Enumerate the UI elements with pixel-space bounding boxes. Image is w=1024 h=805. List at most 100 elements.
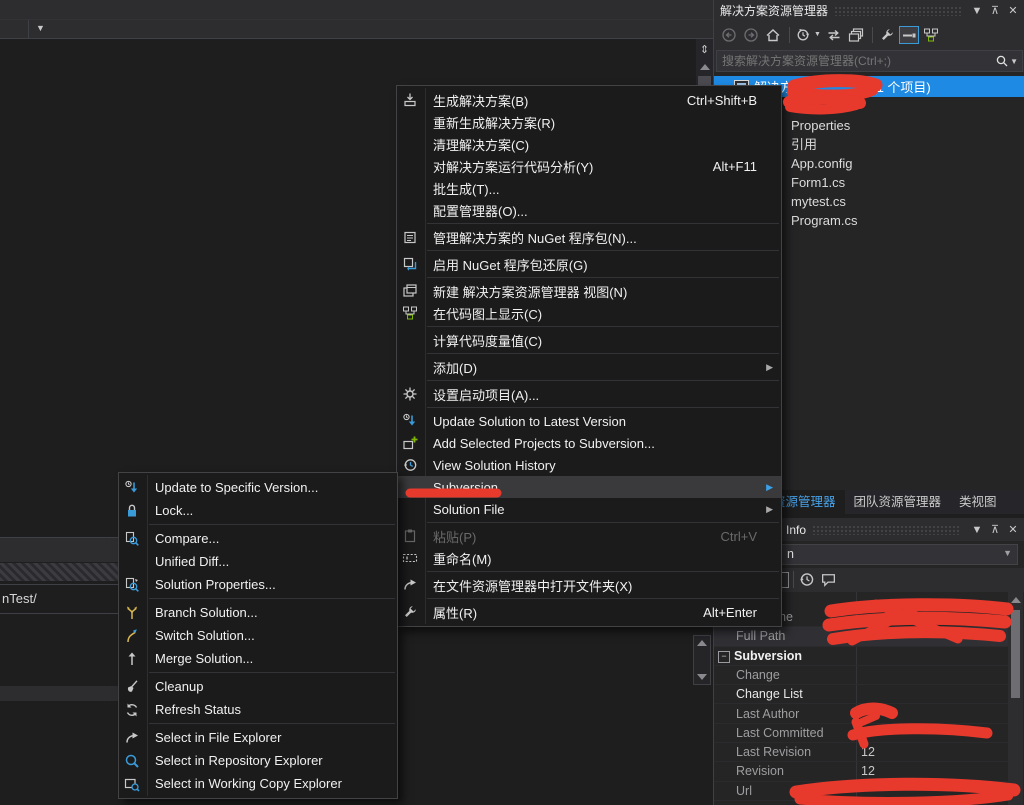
search-icon[interactable]: ▼ xyxy=(995,54,1018,68)
menu-item-label: 在文件资源管理器中打开文件夹(X) xyxy=(433,576,757,595)
menu-item-c[interactable]: 清理解决方案(C) xyxy=(397,133,781,155)
solution-explorer-titlebar[interactable]: 解决方案资源管理器 ▼ ⊼ ✕ xyxy=(714,0,1024,21)
grid-row-change[interactable]: Change xyxy=(714,666,1008,685)
menu-separator xyxy=(427,250,779,251)
nav-divider xyxy=(28,20,29,38)
back-icon[interactable] xyxy=(719,26,739,44)
code-map-icon[interactable] xyxy=(921,26,941,44)
menu-item-n[interactable]: 新建 解决方案资源管理器 视图(N) xyxy=(397,280,781,302)
menu-item-compare[interactable]: Compare... xyxy=(119,527,397,550)
scroll-up-icon[interactable] xyxy=(700,64,710,70)
menu-item-nuget-g[interactable]: 启用 NuGet 程序包还原(G) xyxy=(397,253,781,275)
forward-icon[interactable] xyxy=(741,26,761,44)
menu-item-select-in-repository-explorer[interactable]: Select in Repository Explorer xyxy=(119,749,397,772)
menu-item-nuget-n[interactable]: 管理解决方案的 NuGet 程序包(N)... xyxy=(397,226,781,248)
menu-item-unified-diff[interactable]: Unified Diff... xyxy=(119,550,397,573)
history-icon[interactable] xyxy=(798,571,815,591)
grid-row-subversion[interactable]: −Subversion xyxy=(714,647,1008,666)
menu-item-y[interactable]: 对解决方案运行代码分析(Y)Alt+F11 xyxy=(397,155,781,177)
editor-navigation-bar[interactable]: ▼ xyxy=(0,20,713,39)
menu-item-view-solution-history[interactable]: View Solution History xyxy=(397,454,781,476)
menu-item-label: 添加(D) xyxy=(433,358,757,377)
submenu-arrow-icon: ▶ xyxy=(766,362,773,373)
menu-item-lock[interactable]: Lock... xyxy=(119,499,397,522)
menu-item-update-to-specific-version[interactable]: Update to Specific Version... xyxy=(119,476,397,499)
grid-scrollbar[interactable] xyxy=(1008,592,1023,805)
combo-value: n xyxy=(787,547,794,561)
sync-icon[interactable] xyxy=(824,26,844,44)
chevron-down-icon[interactable]: ▼ xyxy=(969,522,985,538)
subversion-submenu: Update to Specific Version...Lock... Comp… xyxy=(118,472,398,799)
menu-item-solution-properties[interactable]: Solution Properties... xyxy=(119,573,397,596)
grid-row-last-author[interactable]: Last Author xyxy=(714,705,1008,724)
background-window-path-cell: nTest/ xyxy=(0,584,120,614)
close-icon[interactable]: ✕ xyxy=(1005,3,1021,19)
grid-row-full-path[interactable]: Full Path xyxy=(714,627,1008,646)
path-text: nTest/ xyxy=(2,591,37,606)
menu-item-branch-solution[interactable]: Branch Solution... xyxy=(119,601,397,624)
menu-item-solution-file[interactable]: Solution File▶ xyxy=(397,498,781,520)
menu-item-p[interactable]: 粘贴(P)Ctrl+V xyxy=(397,525,781,547)
svn-update-icon xyxy=(402,413,418,429)
menu-item-select-in-file-explorer[interactable]: Select in File Explorer xyxy=(119,726,397,749)
grid-label: Full Path xyxy=(736,627,785,646)
chevron-down-icon[interactable]: ▼ xyxy=(814,31,821,38)
chevron-down-icon[interactable]: ▼ xyxy=(969,3,985,19)
collapse-all-icon[interactable] xyxy=(846,26,866,44)
repo-search-icon xyxy=(124,753,140,769)
menu-item-a[interactable]: 设置启动项目(A)... xyxy=(397,383,781,405)
menu-item-x[interactable]: 在文件资源管理器中打开文件夹(X) xyxy=(397,574,781,596)
grid-row-revision[interactable]: Revision12 xyxy=(714,762,1008,781)
menu-item-update-solution-to-latest-version[interactable]: Update Solution to Latest Version xyxy=(397,410,781,432)
menu-item-d[interactable]: 添加(D) ▶ xyxy=(397,356,781,378)
grid-label: Last Committed xyxy=(736,724,824,743)
grid-row-url[interactable]: Url xyxy=(714,782,1008,801)
menu-item-r[interactable]: 重新生成解决方案(R) xyxy=(397,111,781,133)
history-icon xyxy=(402,457,418,473)
collapse-icon[interactable]: − xyxy=(718,651,730,663)
menu-item-refresh-status[interactable]: Refresh Status xyxy=(119,698,397,721)
chevron-down-icon[interactable]: ▼ xyxy=(36,23,45,33)
menu-item-merge-solution[interactable]: Merge Solution... xyxy=(119,647,397,670)
menu-item-o[interactable]: 配置管理器(O)... xyxy=(397,199,781,221)
grid-value: 12 xyxy=(861,743,875,762)
menu-item-subversion[interactable]: Subversion▶ xyxy=(397,476,781,498)
home-icon[interactable] xyxy=(763,26,783,44)
menu-item-select-in-working-copy-explorer[interactable]: Select in Working Copy Explorer xyxy=(119,772,397,795)
comment-icon[interactable] xyxy=(820,571,837,591)
grid-row-change-list[interactable]: Change List xyxy=(714,685,1008,704)
wrench-icon[interactable] xyxy=(877,26,897,44)
grid-label: Url xyxy=(736,782,752,801)
menu-item-c[interactable]: 在代码图上显示(C) xyxy=(397,302,781,324)
menu-item-b[interactable]: 生成解决方案(B)Ctrl+Shift+B xyxy=(397,89,781,111)
splitter-grip-icon[interactable]: ⇕ xyxy=(697,43,712,59)
menu-item-r[interactable]: 属性(R)Alt+Enter xyxy=(397,601,781,623)
pin-icon[interactable]: ⊼ xyxy=(987,522,1003,538)
menu-item-m[interactable]: 重命名(M) xyxy=(397,547,781,569)
menu-item-t[interactable]: 批生成(T)... xyxy=(397,177,781,199)
menu-item-label: 属性(R) xyxy=(433,603,663,622)
menu-item-shortcut: Alt+F11 xyxy=(713,159,757,174)
search-input[interactable] xyxy=(717,54,995,68)
menu-item-switch-solution[interactable]: Switch Solution... xyxy=(119,624,397,647)
tab-item[interactable]: 团队资源管理器 xyxy=(845,490,951,514)
menu-item-label: Compare... xyxy=(155,531,373,546)
menu-item-cleanup[interactable]: Cleanup xyxy=(119,675,397,698)
menu-item-c[interactable]: 计算代码度量值(C) xyxy=(397,329,781,351)
menu-item-label: Update Solution to Latest Version xyxy=(433,414,757,429)
grid-row-last-committed[interactable]: Last Committed xyxy=(714,724,1008,743)
tab-item[interactable]: 类视图 xyxy=(950,490,1006,514)
menu-separator xyxy=(427,353,779,354)
menu-item-add-selected-projects-to-subversion[interactable]: Add Selected Projects to Subversion... xyxy=(397,432,781,454)
history-filter-icon[interactable] xyxy=(794,26,814,44)
scrollbar-thumb[interactable] xyxy=(1011,610,1020,698)
scroll-up-icon[interactable] xyxy=(1011,597,1021,603)
show-all-files-icon[interactable] xyxy=(899,26,919,44)
close-icon[interactable]: ✕ xyxy=(1005,522,1021,538)
new-view-icon xyxy=(402,283,418,299)
pin-icon[interactable]: ⊼ xyxy=(987,3,1003,19)
grid-row-last-revision[interactable]: Last Revision12 xyxy=(714,743,1008,762)
wc-explorer-icon xyxy=(124,776,140,792)
menu-item-label: Solution File xyxy=(433,502,757,517)
background-window-hatched-row xyxy=(0,563,118,581)
